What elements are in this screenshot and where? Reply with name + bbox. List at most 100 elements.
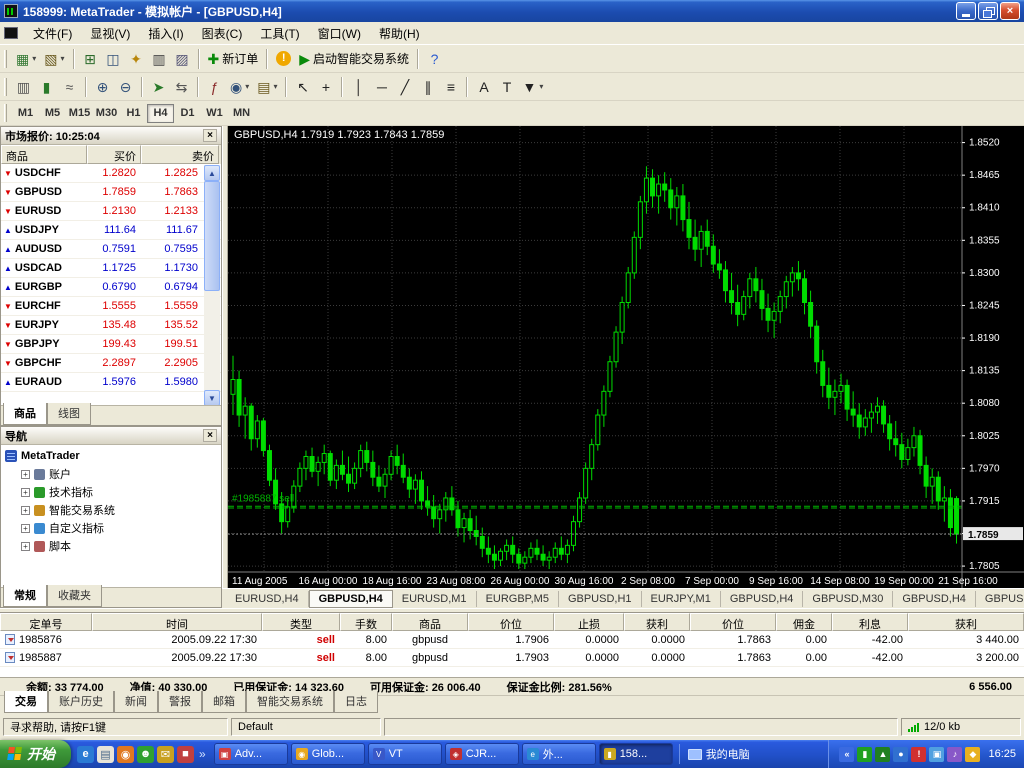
market-watch-row-eurusd[interactable]: ▼EURUSD1.21301.2133 — [1, 202, 221, 221]
candlestick-button[interactable]: ▮ — [35, 76, 58, 98]
terminal-button[interactable]: ▥ — [148, 48, 171, 70]
timeframe-h1[interactable]: H1 — [120, 104, 147, 123]
navigator-tab-favorites[interactable]: 收藏夹 — [47, 585, 102, 607]
strategy-tester-button[interactable]: ▨ — [171, 48, 194, 70]
market-watch-row-usdjpy[interactable]: ▲USDJPY111.64111.67 — [1, 221, 221, 240]
navigator-root[interactable]: MetaTrader — [1, 447, 221, 465]
quicklaunch-show-desktop-icon[interactable]: ▤ — [97, 746, 114, 763]
chart-shift-button[interactable]: ⇆ — [170, 76, 193, 98]
timeframe-m1[interactable]: M1 — [12, 104, 39, 123]
quicklaunch-media-player-icon[interactable]: ◉ — [117, 746, 134, 763]
quicklaunch-messenger-icon[interactable]: ☻ — [137, 746, 154, 763]
timeframe-mn[interactable]: MN — [228, 104, 255, 123]
timeframe-h4[interactable]: H4 — [147, 104, 174, 123]
market-watch-column-0[interactable]: 商品 — [1, 145, 87, 164]
indicators-button[interactable]: ƒ — [203, 76, 226, 98]
chart-tab-7-gbpusd-m30[interactable]: GBPUSD,M30 — [803, 591, 893, 607]
toolbar-grip[interactable] — [4, 104, 7, 122]
terminal-column-8[interactable]: 价位 — [690, 613, 776, 631]
trendline-button[interactable]: ╱ — [393, 76, 416, 98]
title-bar[interactable]: 158999: MetaTrader - 模拟帐户 - [GBPUSD,H4] … — [0, 0, 1024, 22]
market-watch-button[interactable]: ⊞ — [79, 48, 102, 70]
navigator-tab-common[interactable]: 常规 — [3, 585, 47, 607]
navigator-item-experts[interactable]: +智能交易系统 — [1, 501, 221, 519]
navigator-close-icon[interactable]: × — [203, 429, 217, 442]
menu-help[interactable]: 帮助(H) — [370, 22, 429, 45]
navigator-item-scripts[interactable]: +脚本 — [1, 537, 221, 555]
terminal-column-11[interactable]: 获利 — [908, 613, 1024, 631]
market-watch-row-eurgbp[interactable]: ▲EURGBP0.67900.6794 — [1, 278, 221, 297]
scrollbar-thumb[interactable] — [204, 181, 220, 291]
scroll-up-icon[interactable]: ▲ — [204, 165, 220, 181]
tray-chevron-button[interactable]: « — [839, 747, 854, 762]
task-wai[interactable]: e外... — [522, 743, 596, 765]
terminal-tab-journal[interactable]: 日志 — [334, 691, 378, 713]
chart-tab-8-gbpusd-h4[interactable]: GBPUSD,H4 — [893, 591, 976, 607]
arrows-button[interactable]: ▼▾ — [518, 76, 547, 98]
terminal-column-6[interactable]: 止损 — [554, 613, 624, 631]
periods-button[interactable]: ◉▾ — [226, 76, 253, 98]
menu-window[interactable]: 窗口(W) — [309, 22, 370, 45]
navigator-item-custom-indicators[interactable]: +自定义指标 — [1, 519, 221, 537]
quicklaunch-ie-icon[interactable]: e — [77, 746, 94, 763]
cursor-button[interactable]: ↖ — [291, 76, 314, 98]
market-watch-tab-tick-chart[interactable]: 线图 — [47, 403, 91, 425]
market-watch-row-usdcad[interactable]: ▲USDCAD1.17251.1730 — [1, 259, 221, 278]
order-row-1985876[interactable]: 19858762005.09.22 17:30sell8.00gbpusd1.7… — [0, 631, 1024, 649]
minimize-button[interactable] — [956, 2, 976, 20]
chart-tab-9-gbpus[interactable]: GBPUS — [976, 591, 1024, 607]
terminal-column-1[interactable]: 时间 — [92, 613, 262, 631]
market-watch-scrollbar[interactable]: ▲ ▼ — [204, 165, 220, 406]
navigator-item-accounts[interactable]: +账户 — [1, 465, 221, 483]
terminal-column-7[interactable]: 获利 — [624, 613, 690, 631]
quick-launch-overflow-icon[interactable]: » — [197, 747, 208, 761]
new-chart-button[interactable]: ▦▾ — [12, 48, 40, 70]
terminal-tab-account-history[interactable]: 账户历史 — [48, 691, 114, 713]
market-watch-column-1[interactable]: 买价 — [87, 145, 141, 164]
menu-charts[interactable]: 图表(C) — [193, 22, 252, 45]
expand-icon[interactable]: + — [21, 506, 30, 515]
restore-button[interactable] — [978, 2, 998, 20]
market-watch-row-usdchf[interactable]: ▼USDCHF1.28201.2825 — [1, 164, 221, 183]
expert-alert-button[interactable]: ! — [272, 48, 295, 70]
terminal-tab-news[interactable]: 新闻 — [114, 691, 158, 713]
timeframe-d1[interactable]: D1 — [174, 104, 201, 123]
terminal-tab-trade[interactable]: 交易 — [4, 691, 48, 713]
chart-tab-2-eurusd-m1[interactable]: EURUSD,M1 — [393, 591, 477, 607]
terminal-column-4[interactable]: 商品 — [392, 613, 468, 631]
menu-tools[interactable]: 工具(T) — [251, 22, 308, 45]
terminal-tab-experts[interactable]: 智能交易系统 — [246, 691, 334, 713]
task-glob[interactable]: ◉Glob... — [291, 743, 365, 765]
market-watch-row-eurchf[interactable]: ▼EURCHF1.55551.5559 — [1, 297, 221, 316]
vertical-line-button[interactable]: │ — [347, 76, 370, 98]
market-watch-titlebar[interactable]: 市场报价: 10:25:04 × — [1, 127, 221, 145]
tray-chart-icon[interactable]: ▮ — [857, 747, 872, 762]
market-watch-row-audusd[interactable]: ▲AUDUSD0.75910.7595 — [1, 240, 221, 259]
templates-button[interactable]: ▤▾ — [253, 76, 281, 98]
expand-icon[interactable]: + — [21, 524, 30, 533]
start-button[interactable]: 开始 — [0, 740, 71, 768]
my-computer-toolbar[interactable]: 我的电脑 — [679, 744, 758, 764]
scroll-down-icon[interactable]: ▼ — [204, 390, 220, 406]
terminal-column-10[interactable]: 利息 — [832, 613, 908, 631]
task-adv[interactable]: ▣Adv... — [214, 743, 288, 765]
tray-network-icon[interactable]: ▣ — [929, 747, 944, 762]
menu-insert[interactable]: 插入(I) — [139, 22, 192, 45]
profiles-button[interactable]: ▧▾ — [40, 48, 68, 70]
chart-canvas[interactable]: #1985887 sell1.85201.84651.84101.83551.8… — [228, 126, 1024, 588]
order-row-1985887[interactable]: 19858872005.09.22 17:30sell8.00gbpusd1.7… — [0, 649, 1024, 667]
bar-chart-button[interactable]: ▥ — [12, 76, 35, 98]
help-button[interactable]: ? — [423, 48, 446, 70]
new-order-button[interactable]: ✚新订单 — [204, 48, 263, 70]
terminal-tab-mailbox[interactable]: 邮箱 — [202, 691, 246, 713]
auto-scroll-button[interactable]: ➤ — [147, 76, 170, 98]
tray-messenger-icon[interactable]: ◆ — [965, 747, 980, 762]
horizontal-line-button[interactable]: ─ — [370, 76, 393, 98]
expand-icon[interactable]: + — [21, 488, 30, 497]
market-watch-close-icon[interactable]: × — [203, 129, 217, 142]
timeframe-m30[interactable]: M30 — [93, 104, 120, 123]
dropdown-arrow-icon[interactable]: ▾ — [60, 54, 64, 63]
task-cjr[interactable]: ◈CJR... — [445, 743, 519, 765]
tray-alert-icon[interactable]: ! — [911, 747, 926, 762]
dropdown-arrow-icon[interactable]: ▾ — [273, 82, 277, 91]
